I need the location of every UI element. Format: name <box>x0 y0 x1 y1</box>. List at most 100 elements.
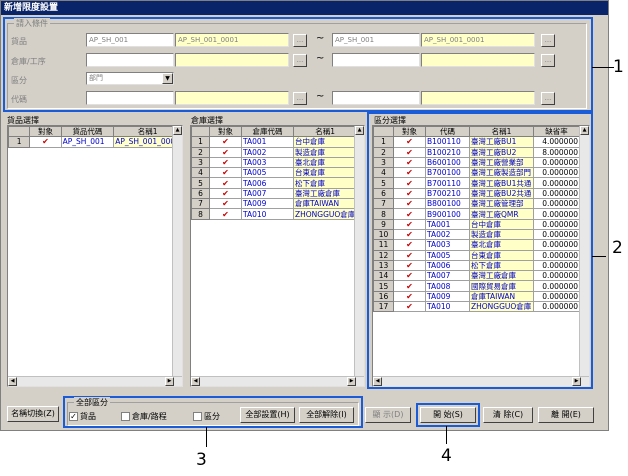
item-from-name-input[interactable]: AP_SH_001_0001 <box>175 33 289 47</box>
table-row[interactable]: 13 ✔ TA006 松下倉庫 0.000000 <box>373 259 580 272</box>
warehouse-from-lookup-button[interactable]: ... <box>293 54 307 67</box>
clear-button[interactable]: 清 除(C) <box>483 407 533 423</box>
scroll-right-icon[interactable]: ▶ <box>572 377 581 386</box>
table-row[interactable]: 4 ✔ B700100 臺灣工廠製造部門 0.000000 <box>373 167 580 179</box>
table-row[interactable]: 1 ✔ B100110 臺灣工廠BU1 4.000000 <box>373 136 580 148</box>
table-row[interactable]: 3 ✔ TA003 臺北倉庫 <box>191 156 358 169</box>
warehouse-to-code-input[interactable] <box>332 53 420 67</box>
target-check-icon[interactable]: ✔ <box>209 177 242 189</box>
target-check-icon[interactable]: ✔ <box>209 198 242 210</box>
table-row[interactable]: 3 ✔ B600100 臺灣工廠營業部 0.000000 <box>373 156 580 169</box>
target-check-icon[interactable]: ✔ <box>393 290 426 303</box>
item-to-name-input[interactable]: AP_SH_001_0001 <box>421 33 535 47</box>
warehouse-to-lookup-button[interactable]: ... <box>541 54 555 67</box>
code-from-code-input[interactable] <box>86 91 174 105</box>
item-from-lookup-button[interactable]: ... <box>293 34 307 47</box>
target-check-icon[interactable]: ✔ <box>393 249 426 261</box>
scroll-left-icon[interactable]: ◀ <box>8 377 17 386</box>
table-row[interactable]: 5 ✔ TA006 松下倉庫 <box>191 177 358 189</box>
table-row[interactable]: 10 ✔ TA002 製造倉庫 0.000000 <box>373 228 580 241</box>
target-check-icon[interactable]: ✔ <box>393 146 426 158</box>
warehouse-vertical-scrollbar[interactable]: ▲ <box>354 126 364 376</box>
target-check-icon[interactable]: ✔ <box>393 280 426 292</box>
target-check-icon[interactable]: ✔ <box>209 146 242 158</box>
dept-vertical-scrollbar[interactable]: ▲ <box>579 126 589 376</box>
target-check-icon[interactable]: ✔ <box>393 301 426 313</box>
scroll-right-icon[interactable]: ▶ <box>165 377 174 386</box>
item-from-code-input[interactable]: AP_SH_001 <box>86 33 174 47</box>
scroll-left-icon[interactable]: ◀ <box>191 377 200 386</box>
scroll-up-icon[interactable]: ▲ <box>580 126 589 135</box>
target-check-icon[interactable]: ✔ <box>393 208 426 220</box>
warehouse-from-name-input[interactable] <box>175 53 289 67</box>
checkbox-box[interactable] <box>193 412 202 421</box>
code-from-lookup-button[interactable]: ... <box>293 92 307 105</box>
target-check-icon[interactable]: ✔ <box>209 187 242 200</box>
target-check-icon[interactable]: ✔ <box>209 167 242 179</box>
set-all-button[interactable]: 全部設置(H) <box>240 407 295 423</box>
table-row[interactable]: 17 ✔ TA010 ZHONGGUO倉庫 0.000000 <box>373 301 580 313</box>
table-row[interactable]: 8 ✔ B900100 臺灣工廠QMR 0.000000 <box>373 208 580 220</box>
code-to-lookup-button[interactable]: ... <box>541 92 555 105</box>
table-row[interactable]: 9 ✔ TA001 台中倉庫 0.000000 <box>373 218 580 230</box>
table-row[interactable]: 4 ✔ TA005 台東倉庫 <box>191 167 358 179</box>
target-check-icon[interactable]: ✔ <box>393 239 426 251</box>
table-row[interactable]: 5 ✔ B700110 臺灣工廠BU1共通 0.000000 <box>373 177 580 189</box>
table-row[interactable]: 2 ✔ B100210 臺灣工廠BU2 8.000000 <box>373 146 580 158</box>
scroll-up-icon[interactable]: ▲ <box>355 126 364 135</box>
target-check-icon[interactable]: ✔ <box>393 136 426 148</box>
chevron-down-icon[interactable]: ▼ <box>162 73 173 84</box>
target-check-icon[interactable]: ✔ <box>393 259 426 272</box>
table-row[interactable]: 14 ✔ TA007 臺灣工廠倉庫 0.000000 <box>373 270 580 282</box>
table-row[interactable]: 15 ✔ TA008 國際貿易倉庫 0.000000 <box>373 280 580 292</box>
warehouse-checkbox[interactable]: 倉庫/路程 <box>121 411 167 422</box>
toggle-name-button[interactable]: 名稱切換(Z) <box>7 406 59 422</box>
target-check-icon[interactable]: ✔ <box>393 177 426 189</box>
goods-vertical-scrollbar[interactable]: ▲ <box>172 126 182 376</box>
table-row[interactable]: 2 ✔ TA002 製造倉庫 <box>191 146 358 158</box>
show-button[interactable]: 顯 示(D) <box>365 407 411 423</box>
target-check-icon[interactable]: ✔ <box>393 187 426 200</box>
target-check-icon[interactable]: ✔ <box>209 156 242 169</box>
warehouse-horizontal-scrollbar[interactable]: ◀ ▶ <box>191 376 364 386</box>
goods-checkbox[interactable]: ✓ 貨品 <box>69 411 96 422</box>
table-row[interactable]: 7 ✔ B800100 臺灣工廠管理部 0.000000 <box>373 198 580 210</box>
start-button[interactable]: 開 始(S) <box>420 407 476 423</box>
table-row[interactable]: 16 ✔ TA009 倉庫TAIWAN 0.000000 <box>373 290 580 303</box>
table-row[interactable]: 6 ✔ B700210 臺灣工廠BU2共通 0.000000 <box>373 187 580 200</box>
clear-all-button[interactable]: 全部解除(I) <box>299 407 354 423</box>
dept-horizontal-scrollbar[interactable]: ◀ ▶ <box>373 376 589 386</box>
target-check-icon[interactable]: ✔ <box>393 167 426 179</box>
target-check-icon[interactable]: ✔ <box>209 136 242 148</box>
table-row[interactable]: 7 ✔ TA009 倉庫TAIWAN <box>191 198 358 210</box>
target-check-icon[interactable]: ✔ <box>209 208 242 220</box>
table-row[interactable]: 1 ✔ TA001 台中倉庫 <box>191 136 358 148</box>
goods-horizontal-scrollbar[interactable]: ◀ ▶ <box>8 376 182 386</box>
target-check-icon[interactable]: ✔ <box>393 198 426 210</box>
check-icon[interactable]: ✓ <box>69 412 78 421</box>
table-row[interactable]: 8 ✔ TA010 ZHONGGUO倉庫 <box>191 208 358 220</box>
scroll-right-icon[interactable]: ▶ <box>347 377 356 386</box>
scroll-up-icon[interactable]: ▲ <box>173 126 182 135</box>
code-to-name-input[interactable] <box>421 91 535 105</box>
table-row[interactable]: 12 ✔ TA005 台東倉庫 0.000000 <box>373 249 580 261</box>
table-row[interactable]: 11 ✔ TA003 臺北倉庫 0.000000 <box>373 239 580 251</box>
warehouse-to-name-input[interactable] <box>421 53 535 67</box>
target-check-icon[interactable]: ✔ <box>393 228 426 241</box>
close-button[interactable]: 離 開(E) <box>538 407 594 423</box>
target-check-icon[interactable]: ✔ <box>393 156 426 169</box>
dept-type-select[interactable]: 部門 ▼ <box>86 72 174 85</box>
item-to-lookup-button[interactable]: ... <box>541 34 555 47</box>
target-check-icon[interactable]: ✔ <box>29 136 62 148</box>
checkbox-box[interactable] <box>121 412 130 421</box>
warehouse-from-code-input[interactable] <box>86 53 174 67</box>
dept-checkbox[interactable]: 區分 <box>193 411 220 422</box>
scroll-left-icon[interactable]: ◀ <box>373 377 382 386</box>
table-row[interactable]: 1 ✔ AP_SH_001 AP_SH_001_0001 <box>8 136 182 148</box>
table-row[interactable]: 6 ✔ TA007 臺灣工廠倉庫 <box>191 187 358 200</box>
target-check-icon[interactable]: ✔ <box>393 270 426 282</box>
code-to-code-input[interactable] <box>332 91 420 105</box>
item-to-code-input[interactable]: AP_SH_001 <box>332 33 420 47</box>
code-from-name-input[interactable] <box>175 91 289 105</box>
target-check-icon[interactable]: ✔ <box>393 218 426 230</box>
